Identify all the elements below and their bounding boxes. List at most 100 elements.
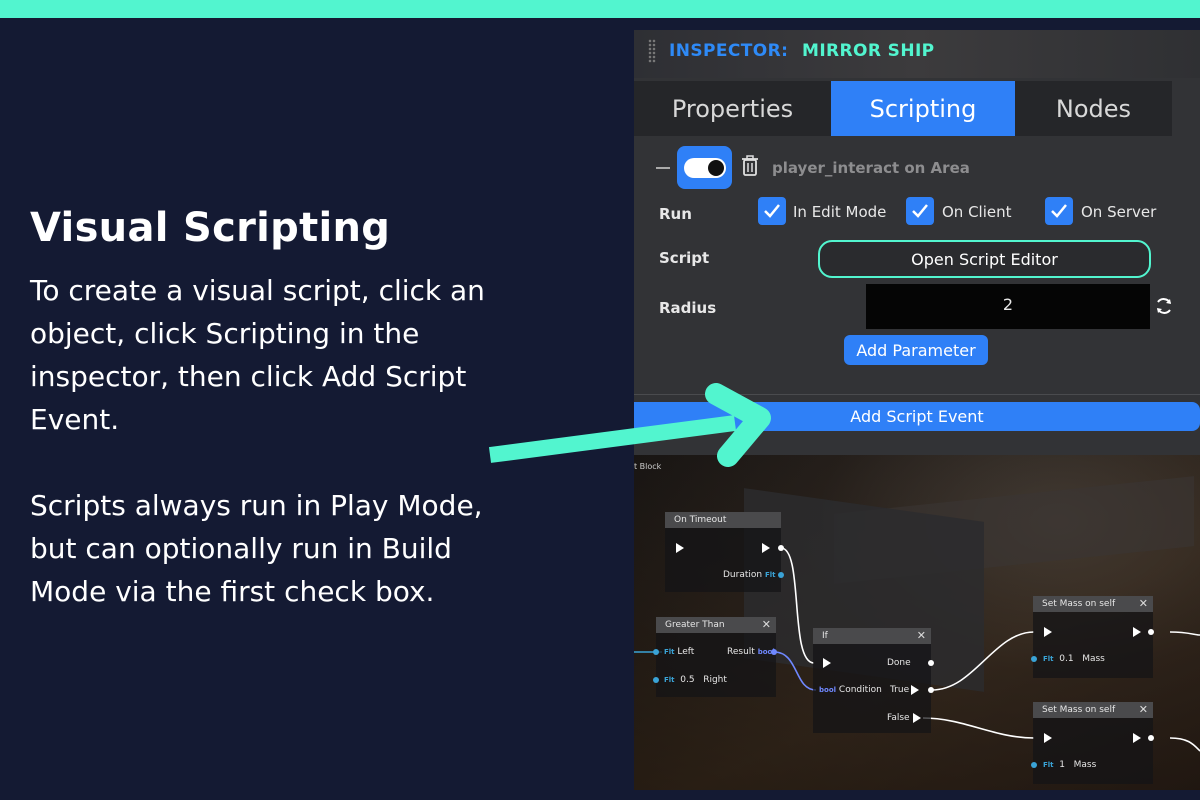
node-title-text: Set Mass on self (1042, 599, 1116, 609)
in-edit-mode-label: In Edit Mode (793, 203, 887, 221)
node-title-text: Set Mass on self (1042, 705, 1116, 715)
port-dot[interactable] (653, 649, 659, 655)
node-greater-than[interactable]: Greater Than ✕ (656, 617, 776, 697)
port-dot[interactable] (928, 687, 934, 693)
node-title: Greater Than ✕ (656, 617, 776, 633)
port-label: Flt 0.1 Mass (1043, 654, 1105, 664)
node-title: On Timeout (665, 512, 781, 528)
script-graph-editor[interactable]: t Block On Timeout Duration Flt Greater … (634, 455, 1200, 790)
event-name: player_interact on Area (772, 159, 970, 177)
tutorial-paragraph-2: Scripts always run in Play Mode, but can… (30, 489, 483, 608)
type-tag: Flt (764, 571, 776, 579)
type-tag: Flt (664, 676, 675, 684)
port-dot[interactable] (1148, 629, 1154, 635)
condition-label: Condition (838, 685, 882, 695)
close-icon[interactable]: ✕ (1139, 596, 1148, 612)
exec-in-icon[interactable] (1044, 627, 1052, 637)
top-accent-bar (0, 0, 1200, 18)
port-label: bool Condition (819, 685, 882, 695)
toggle-track (684, 158, 726, 178)
inspector-object-name: MIRROR SHIP (802, 41, 935, 61)
node-title: Set Mass on self ✕ (1033, 596, 1153, 612)
port-dot[interactable] (653, 677, 659, 683)
inspector-tabs: Properties Scripting Nodes (634, 81, 1172, 136)
port-label: Flt 0.5 Right (664, 675, 727, 685)
port-dot[interactable] (928, 660, 934, 666)
done-label: Done (887, 658, 911, 668)
port-dot[interactable] (778, 572, 784, 578)
exec-in-icon[interactable] (676, 543, 684, 553)
exec-out-icon[interactable] (762, 543, 770, 553)
type-tag: bool (819, 686, 837, 694)
close-icon[interactable]: ✕ (917, 628, 926, 644)
inspector-title: INSPECTOR: (669, 41, 789, 61)
script-label: Script (659, 249, 710, 267)
mass-label: Mass (1082, 654, 1105, 664)
port-dot[interactable] (771, 649, 777, 655)
refresh-icon[interactable] (1154, 296, 1174, 316)
port-dot[interactable] (1148, 735, 1154, 741)
port-dot[interactable] (1031, 656, 1037, 662)
exec-out-icon[interactable] (1133, 733, 1141, 743)
right-value[interactable]: 0.5 (680, 675, 694, 685)
wire-exec-timeout-if (780, 547, 815, 664)
wire-exec-true-setmass1 (931, 631, 1035, 691)
mass-value[interactable]: 1 (1059, 760, 1065, 770)
wire-exec-false-setmass2 (922, 717, 1035, 739)
tutorial-text: Visual Scripting To create a visual scri… (30, 205, 530, 656)
add-script-event-button[interactable]: Add Script Event (634, 402, 1200, 431)
tab-properties[interactable]: Properties (634, 81, 831, 136)
open-script-editor-button[interactable]: Open Script Editor (818, 240, 1151, 278)
node-title-text: Greater Than (665, 620, 725, 630)
mass-label: Mass (1073, 760, 1097, 770)
radius-label: Radius (659, 299, 717, 317)
node-set-mass-2[interactable]: Set Mass on self ✕ (1033, 702, 1153, 784)
true-label: True (890, 685, 910, 695)
exec-out-icon[interactable] (911, 685, 919, 695)
run-label: Run (659, 205, 692, 223)
port-label: Flt 1 Mass (1043, 760, 1096, 770)
result-label: Result (727, 647, 755, 657)
exec-out-icon[interactable] (913, 713, 921, 723)
port-label: Result bool (727, 647, 775, 657)
mass-value[interactable]: 0.1 (1059, 654, 1073, 664)
right-label: Right (703, 675, 727, 685)
port-dot[interactable] (778, 545, 784, 551)
close-icon[interactable]: ✕ (1139, 702, 1148, 718)
close-icon[interactable]: ✕ (762, 617, 771, 633)
checkbox-in-edit-mode[interactable] (758, 197, 786, 225)
on-client-label: On Client (942, 203, 1012, 221)
wire-bool-result-condition (773, 651, 817, 691)
exec-in-icon[interactable] (1044, 733, 1052, 743)
check-icon (764, 204, 780, 218)
drag-handle-icon[interactable] (648, 39, 656, 63)
inspector-header[interactable]: INSPECTOR: MIRROR SHIP (634, 30, 1200, 78)
collapse-icon[interactable] (656, 167, 670, 169)
radius-input[interactable]: 2 (866, 284, 1150, 329)
type-tag: Flt (1043, 761, 1054, 769)
exec-out-icon[interactable] (1133, 627, 1141, 637)
type-tag: Flt (1043, 655, 1054, 663)
type-tag: Flt (664, 648, 675, 656)
exec-in-icon[interactable] (823, 658, 831, 668)
checkbox-on-server[interactable] (1045, 197, 1073, 225)
on-server-label: On Server (1081, 203, 1157, 221)
checkbox-on-client[interactable] (906, 197, 934, 225)
check-icon (912, 204, 928, 218)
check-icon (1051, 204, 1067, 218)
node-title-text: If (822, 631, 828, 641)
event-enabled-toggle[interactable] (677, 146, 732, 189)
tab-scripting[interactable]: Scripting (831, 81, 1015, 136)
duration-label: Duration (723, 570, 763, 580)
node-title: If ✕ (813, 628, 931, 644)
node-set-mass-1[interactable]: Set Mass on self ✕ (1033, 596, 1153, 678)
left-label: Left (677, 647, 695, 657)
wire-exec-setmass2-out (1169, 737, 1200, 752)
trash-icon[interactable] (741, 155, 759, 177)
tab-nodes[interactable]: Nodes (1015, 81, 1172, 136)
tutorial-paragraph-1: To create a visual script, click an obje… (30, 274, 485, 436)
node-title: Set Mass on self ✕ (1033, 702, 1153, 718)
port-dot[interactable] (1031, 762, 1037, 768)
port-label: Duration Flt (723, 570, 776, 580)
add-parameter-button[interactable]: Add Parameter (844, 335, 988, 365)
